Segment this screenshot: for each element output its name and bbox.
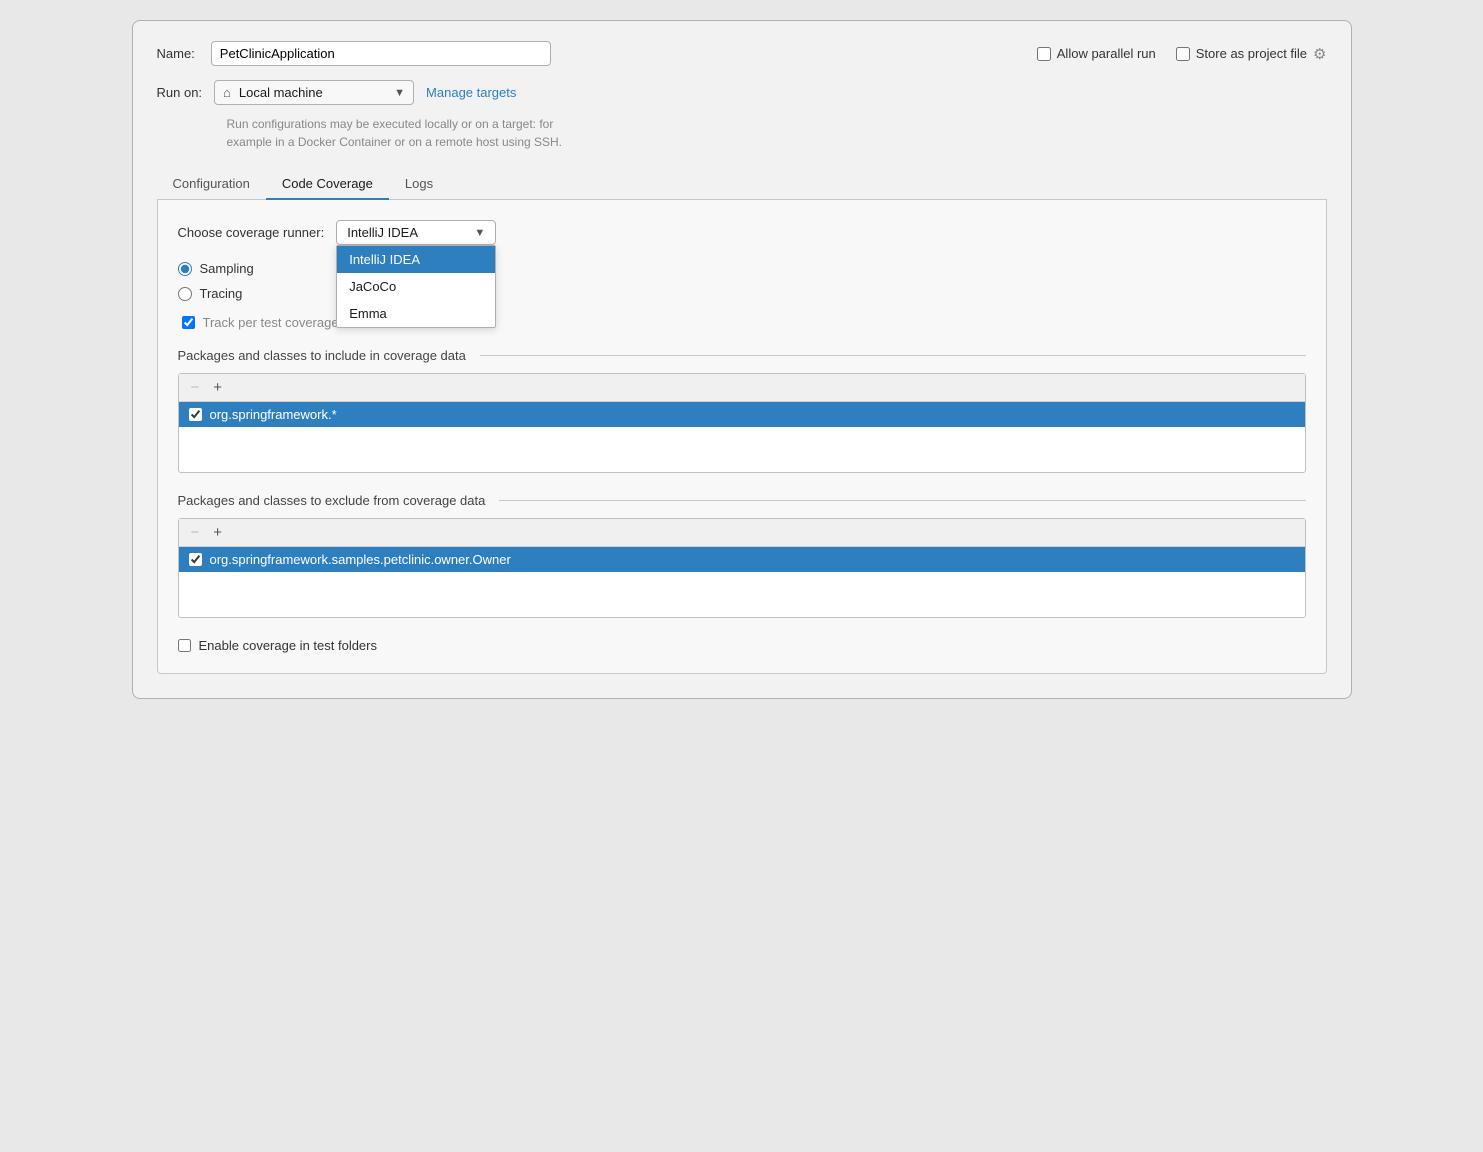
enable-coverage-row: Enable coverage in test folders bbox=[178, 638, 1306, 653]
name-input[interactable] bbox=[211, 41, 551, 66]
run-on-value: Local machine bbox=[239, 85, 386, 100]
exclude-item-0-value: org.springframework.samples.petclinic.ow… bbox=[210, 552, 511, 567]
exclude-item-0-checkbox[interactable] bbox=[189, 553, 202, 566]
include-add-button[interactable]: + bbox=[209, 378, 226, 397]
store-project-group: Store as project file ⚙ bbox=[1176, 45, 1327, 63]
exclude-remove-button[interactable]: − bbox=[187, 523, 204, 542]
exclude-empty-row bbox=[179, 572, 1305, 608]
gear-icon[interactable]: ⚙ bbox=[1313, 45, 1326, 63]
enable-coverage-label: Enable coverage in test folders bbox=[199, 638, 378, 653]
exclude-list-items: org.springframework.samples.petclinic.ow… bbox=[179, 547, 1305, 617]
track-coverage-label: Track per test coverage bbox=[203, 315, 339, 330]
coverage-runner-row: Choose coverage runner: IntelliJ IDEA ▼ … bbox=[178, 220, 1306, 245]
tracing-label: Tracing bbox=[200, 286, 243, 301]
run-on-dropdown-arrow: ▼ bbox=[394, 87, 405, 99]
include-empty-row bbox=[179, 427, 1305, 463]
run-on-hint: Run configurations may be executed local… bbox=[227, 115, 1327, 151]
include-section-title: Packages and classes to include in cover… bbox=[178, 348, 466, 363]
exclude-list-toolbar: − + bbox=[179, 519, 1305, 547]
include-list-items: org.springframework.* bbox=[179, 402, 1305, 472]
exclude-item-0[interactable]: org.springframework.samples.petclinic.ow… bbox=[179, 547, 1305, 572]
track-coverage-checkbox[interactable] bbox=[182, 316, 195, 329]
tab-logs[interactable]: Logs bbox=[389, 169, 449, 200]
run-on-select[interactable]: ⌂ Local machine ▼ bbox=[214, 80, 414, 105]
tabs-row: Configuration Code Coverage Logs bbox=[157, 169, 1327, 200]
coverage-runner-label: Choose coverage runner: bbox=[178, 225, 325, 240]
manage-targets-link[interactable]: Manage targets bbox=[426, 85, 516, 100]
sampling-radio[interactable] bbox=[178, 262, 192, 276]
exclude-list-container: − + org.springframework.samples.petclini… bbox=[178, 518, 1306, 618]
name-label: Name: bbox=[157, 46, 195, 61]
home-icon: ⌂ bbox=[223, 85, 231, 100]
include-remove-button[interactable]: − bbox=[187, 378, 204, 397]
tab-configuration[interactable]: Configuration bbox=[157, 169, 266, 200]
runner-selected-value: IntelliJ IDEA bbox=[347, 225, 418, 240]
exclude-add-button[interactable]: + bbox=[209, 523, 226, 542]
runner-dropdown-arrow: ▼ bbox=[474, 227, 485, 239]
include-item-0-checkbox[interactable] bbox=[189, 408, 202, 421]
exclude-section-header: Packages and classes to exclude from cov… bbox=[178, 493, 1306, 508]
allow-parallel-label: Allow parallel run bbox=[1057, 46, 1156, 61]
sampling-label: Sampling bbox=[200, 261, 254, 276]
runner-dropdown-menu: IntelliJ IDEA JaCoCo Emma bbox=[336, 245, 496, 328]
allow-parallel-checkbox[interactable] bbox=[1037, 47, 1051, 61]
exclude-section-title: Packages and classes to exclude from cov… bbox=[178, 493, 486, 508]
tab-content: Choose coverage runner: IntelliJ IDEA ▼ … bbox=[157, 200, 1327, 674]
include-section-header: Packages and classes to include in cover… bbox=[178, 348, 1306, 363]
allow-parallel-group: Allow parallel run bbox=[1037, 46, 1156, 61]
include-item-0-value: org.springframework.* bbox=[210, 407, 337, 422]
header-row: Name: Allow parallel run Store as projec… bbox=[157, 41, 1327, 66]
enable-coverage-checkbox[interactable] bbox=[178, 639, 191, 652]
runner-select-wrapper: IntelliJ IDEA ▼ IntelliJ IDEA JaCoCo Emm… bbox=[336, 220, 496, 245]
include-list-container: − + org.springframework.* bbox=[178, 373, 1306, 473]
run-config-dialog: Name: Allow parallel run Store as projec… bbox=[132, 20, 1352, 699]
runner-option-intellij[interactable]: IntelliJ IDEA bbox=[337, 246, 495, 273]
tracing-radio[interactable] bbox=[178, 287, 192, 301]
header-right: Allow parallel run Store as project file… bbox=[1037, 45, 1327, 63]
runner-select-btn[interactable]: IntelliJ IDEA ▼ bbox=[336, 220, 496, 245]
runner-option-emma[interactable]: Emma bbox=[337, 300, 495, 327]
run-on-row: Run on: ⌂ Local machine ▼ Manage targets bbox=[157, 80, 1327, 105]
store-project-label: Store as project file bbox=[1196, 46, 1307, 61]
include-item-0[interactable]: org.springframework.* bbox=[179, 402, 1305, 427]
tab-code-coverage[interactable]: Code Coverage bbox=[266, 169, 389, 200]
store-project-checkbox[interactable] bbox=[1176, 47, 1190, 61]
include-list-toolbar: − + bbox=[179, 374, 1305, 402]
run-on-label: Run on: bbox=[157, 85, 203, 100]
runner-option-jacoco[interactable]: JaCoCo bbox=[337, 273, 495, 300]
